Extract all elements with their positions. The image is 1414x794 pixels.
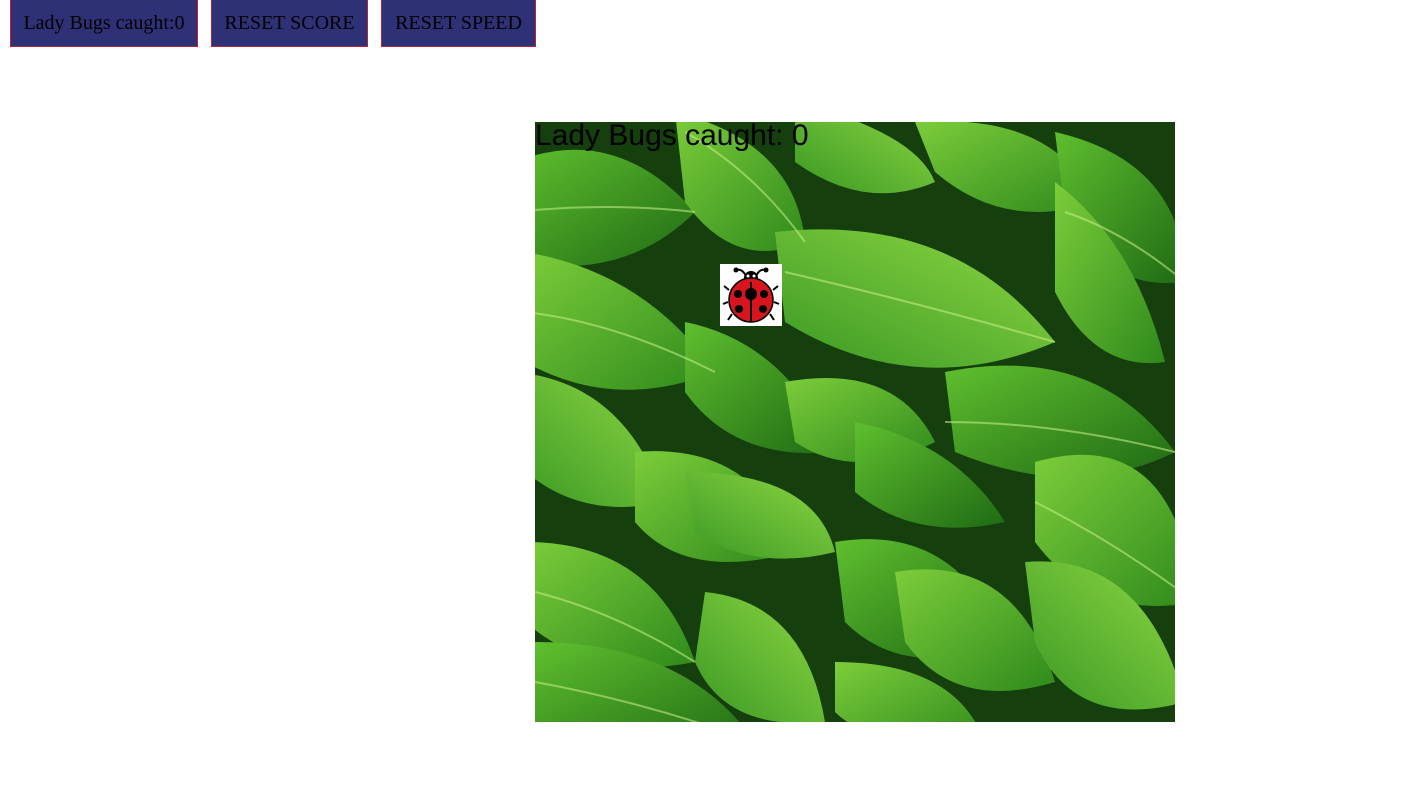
- canvas-score-text: Lady Bugs caught: 0: [535, 122, 809, 152]
- toolbar: Lady Bugs caught:0 RESET SCORE RESET SPE…: [0, 0, 1414, 48]
- score-button[interactable]: Lady Bugs caught:0: [10, 0, 198, 47]
- reset-score-button[interactable]: RESET SCORE: [211, 0, 368, 47]
- ladybug-icon: [722, 267, 780, 323]
- leaves-background-image: [535, 122, 1175, 722]
- game-canvas[interactable]: Lady Bugs caught: 0: [535, 122, 1175, 722]
- reset-speed-button[interactable]: RESET SPEED: [381, 0, 536, 47]
- ladybug-sprite[interactable]: [720, 264, 782, 326]
